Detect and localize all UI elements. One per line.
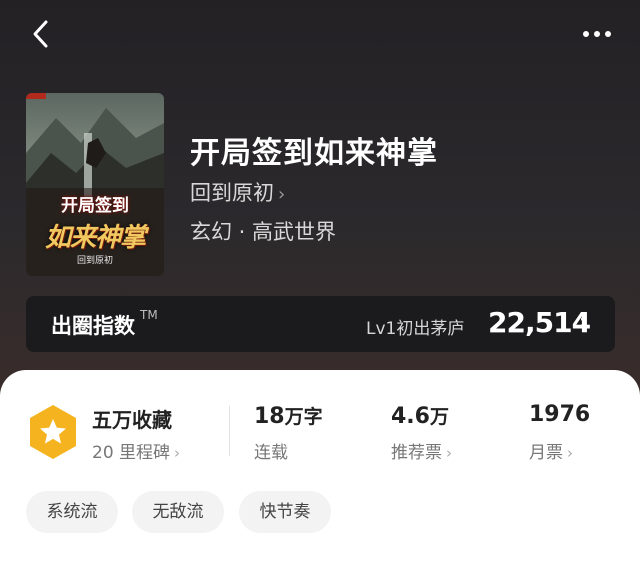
index-level: Lv1初出茅庐: [366, 319, 465, 339]
trademark-mark: TM: [140, 308, 158, 322]
stats-sheet: [0, 370, 640, 570]
more-dots-icon: [583, 31, 611, 37]
genre-text: 玄幻 · 高武世界: [190, 220, 337, 244]
cover-title-big-text: 如来神掌: [44, 223, 146, 253]
chevron-right-icon: ›: [174, 444, 181, 462]
author-name: 回到原初: [190, 181, 274, 205]
cover-title-text: 开局签到: [61, 196, 129, 216]
popularity-index-card[interactable]: 出圈指数 TM Lv1初出茅庐 22,514 ›: [26, 296, 615, 352]
tag-chip[interactable]: 无敌流: [132, 491, 224, 533]
book-title: 开局签到如来神掌: [190, 136, 438, 171]
serial-status: 连载: [254, 443, 288, 463]
chevron-left-icon: [33, 20, 48, 48]
recommend-count: 4.6万: [391, 404, 449, 429]
monthly-ticket-count: 1976: [529, 402, 591, 427]
chevron-right-icon: ›: [278, 184, 286, 205]
more-button[interactable]: [578, 22, 618, 46]
word-count: 18万字: [254, 404, 323, 429]
chevron-right-icon: ›: [446, 444, 452, 462]
stats-divider: [229, 406, 230, 456]
author-link[interactable]: 回到原初 ›: [190, 177, 285, 207]
back-button[interactable]: [28, 18, 56, 50]
index-label: 出圈指数 TM: [51, 308, 158, 338]
index-value: 22,514: [488, 306, 591, 339]
cover-author-text: 回到原初: [76, 256, 113, 266]
recommend-ticket-link[interactable]: 推荐票 ›: [391, 438, 452, 463]
tag-chip[interactable]: 快节奏: [239, 491, 331, 533]
chevron-right-icon: ›: [567, 444, 573, 462]
chevron-right-icon: ›: [579, 310, 589, 335]
milestone-badge-icon: [30, 405, 76, 459]
milestone-link[interactable]: 20 里程碑 ›: [92, 438, 180, 463]
collection-count: 五万收藏: [92, 408, 172, 432]
tag-chip[interactable]: 系统流: [26, 491, 118, 533]
book-cover[interactable]: 开局签到 如来神掌 回到原初: [26, 93, 164, 276]
monthly-ticket-link[interactable]: 月票 ›: [529, 438, 573, 463]
